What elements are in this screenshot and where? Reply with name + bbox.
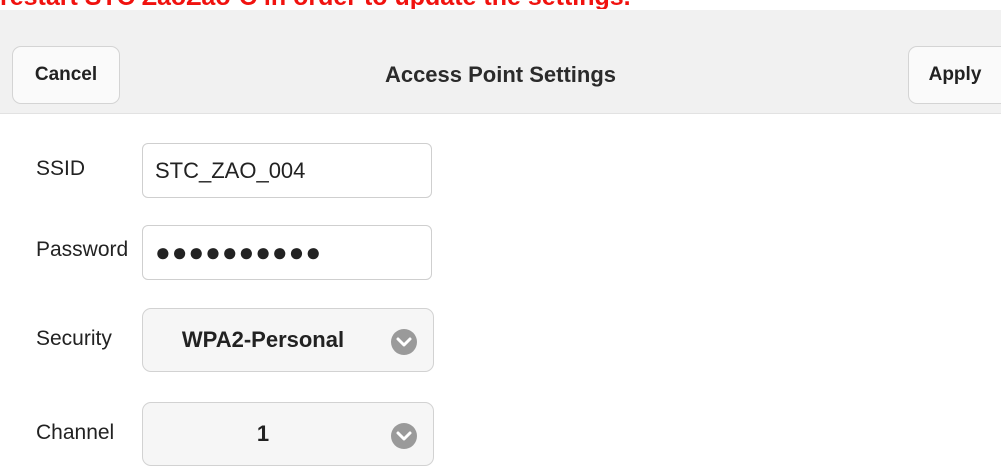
password-input[interactable]: ●●●●●●●●●● (142, 225, 432, 280)
page-title: Access Point Settings (384, 62, 617, 87)
password-label: Password (36, 238, 129, 261)
security-label: Security (36, 327, 112, 350)
security-select[interactable]: WPA2-Personal (142, 308, 434, 372)
channel-select[interactable]: 1 (142, 402, 434, 466)
chevron-down-icon (391, 329, 417, 355)
channel-value: 1 (256, 421, 270, 446)
settings-notice: restart STC ZaoZao-C in order to update … (0, 0, 1001, 9)
navigation-bar: Cancel Access Point Settings Apply (0, 10, 1001, 114)
channel-label: Channel (36, 421, 115, 444)
security-value: WPA2-Personal (181, 327, 345, 352)
chevron-down-icon (391, 423, 417, 449)
apply-button[interactable]: Apply (908, 46, 1001, 104)
ssid-input[interactable]: STC_ZAO_004 (142, 143, 432, 198)
ssid-label: SSID (36, 157, 86, 180)
